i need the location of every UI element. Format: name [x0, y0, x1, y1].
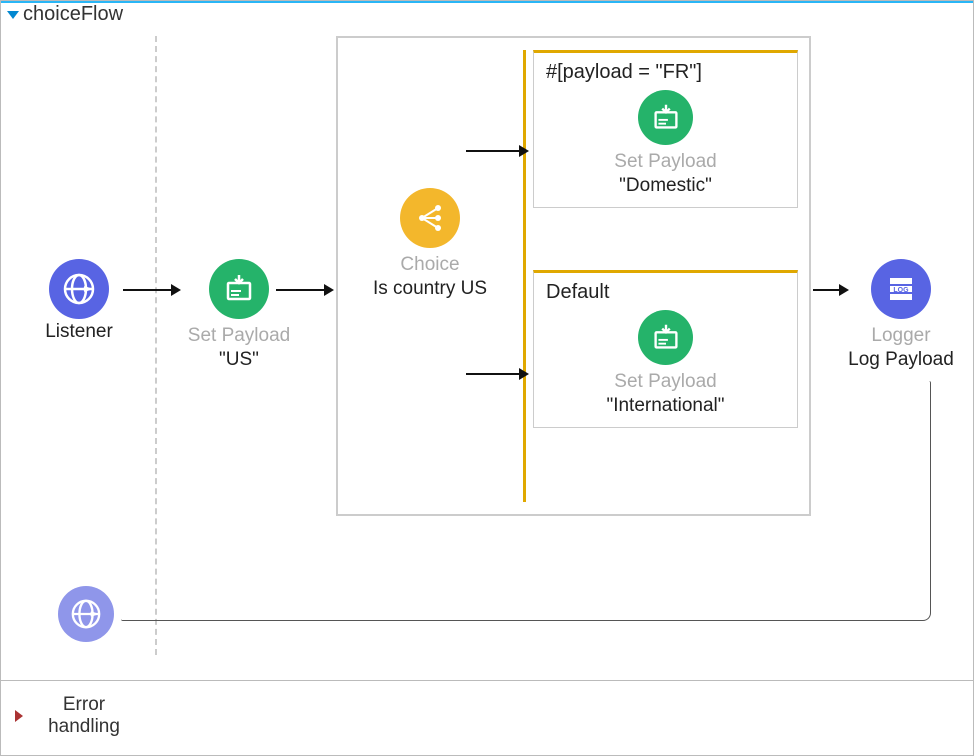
- arrow-icon: [519, 145, 529, 157]
- connector: [276, 289, 326, 291]
- choice-node[interactable]: Choice Is country US: [350, 188, 510, 300]
- connector: [123, 289, 173, 291]
- choice-branch-icon: [400, 188, 460, 248]
- set-payload-icon: [209, 259, 269, 319]
- expand-caret-icon[interactable]: [15, 710, 23, 722]
- set-payload-icon: [638, 90, 693, 145]
- set-payload-type: Set Payload: [542, 151, 789, 173]
- route-condition: Default: [542, 281, 789, 310]
- error-handling-section[interactable]: Error handling: [1, 681, 973, 751]
- connector: [466, 150, 521, 152]
- set-payload-us-node[interactable]: Set Payload "US": [169, 259, 309, 371]
- set-payload-value: "Domestic": [542, 175, 789, 197]
- listener-label: Listener: [9, 321, 149, 343]
- feedback-connector: [121, 381, 931, 621]
- logger-type: Logger: [831, 325, 971, 347]
- choice-route-when[interactable]: #[payload = "FR"] Set Payload "Domestic": [533, 50, 798, 208]
- route-condition: #[payload = "FR"]: [542, 61, 789, 90]
- svg-text:LOG: LOG: [893, 287, 909, 294]
- flow-header[interactable]: choiceFlow: [7, 3, 123, 26]
- connector: [466, 373, 521, 375]
- choice-name: Is country US: [350, 278, 510, 300]
- flow-name: choiceFlow: [23, 3, 123, 26]
- flow-top-border: [1, 1, 973, 3]
- logger-name: Log Payload: [831, 349, 971, 371]
- listener-node[interactable]: Listener: [9, 259, 149, 343]
- arrow-icon: [324, 284, 334, 296]
- collapse-caret-icon[interactable]: [7, 11, 19, 19]
- error-handling-label: Error handling: [39, 694, 129, 738]
- arrow-icon: [519, 368, 529, 380]
- set-payload-value: "US": [169, 349, 309, 371]
- logger-icon: LOG: [871, 259, 931, 319]
- set-payload-type: Set Payload: [169, 325, 309, 347]
- logger-node[interactable]: LOG Logger Log Payload: [831, 259, 971, 371]
- error-listener-node[interactable]: [41, 586, 131, 642]
- globe-icon: [58, 586, 114, 642]
- set-payload-icon: [638, 310, 693, 365]
- globe-icon: [49, 259, 109, 319]
- choice-type: Choice: [350, 254, 510, 276]
- flow-canvas[interactable]: choiceFlow Listener Set Payload "U: [1, 1, 973, 681]
